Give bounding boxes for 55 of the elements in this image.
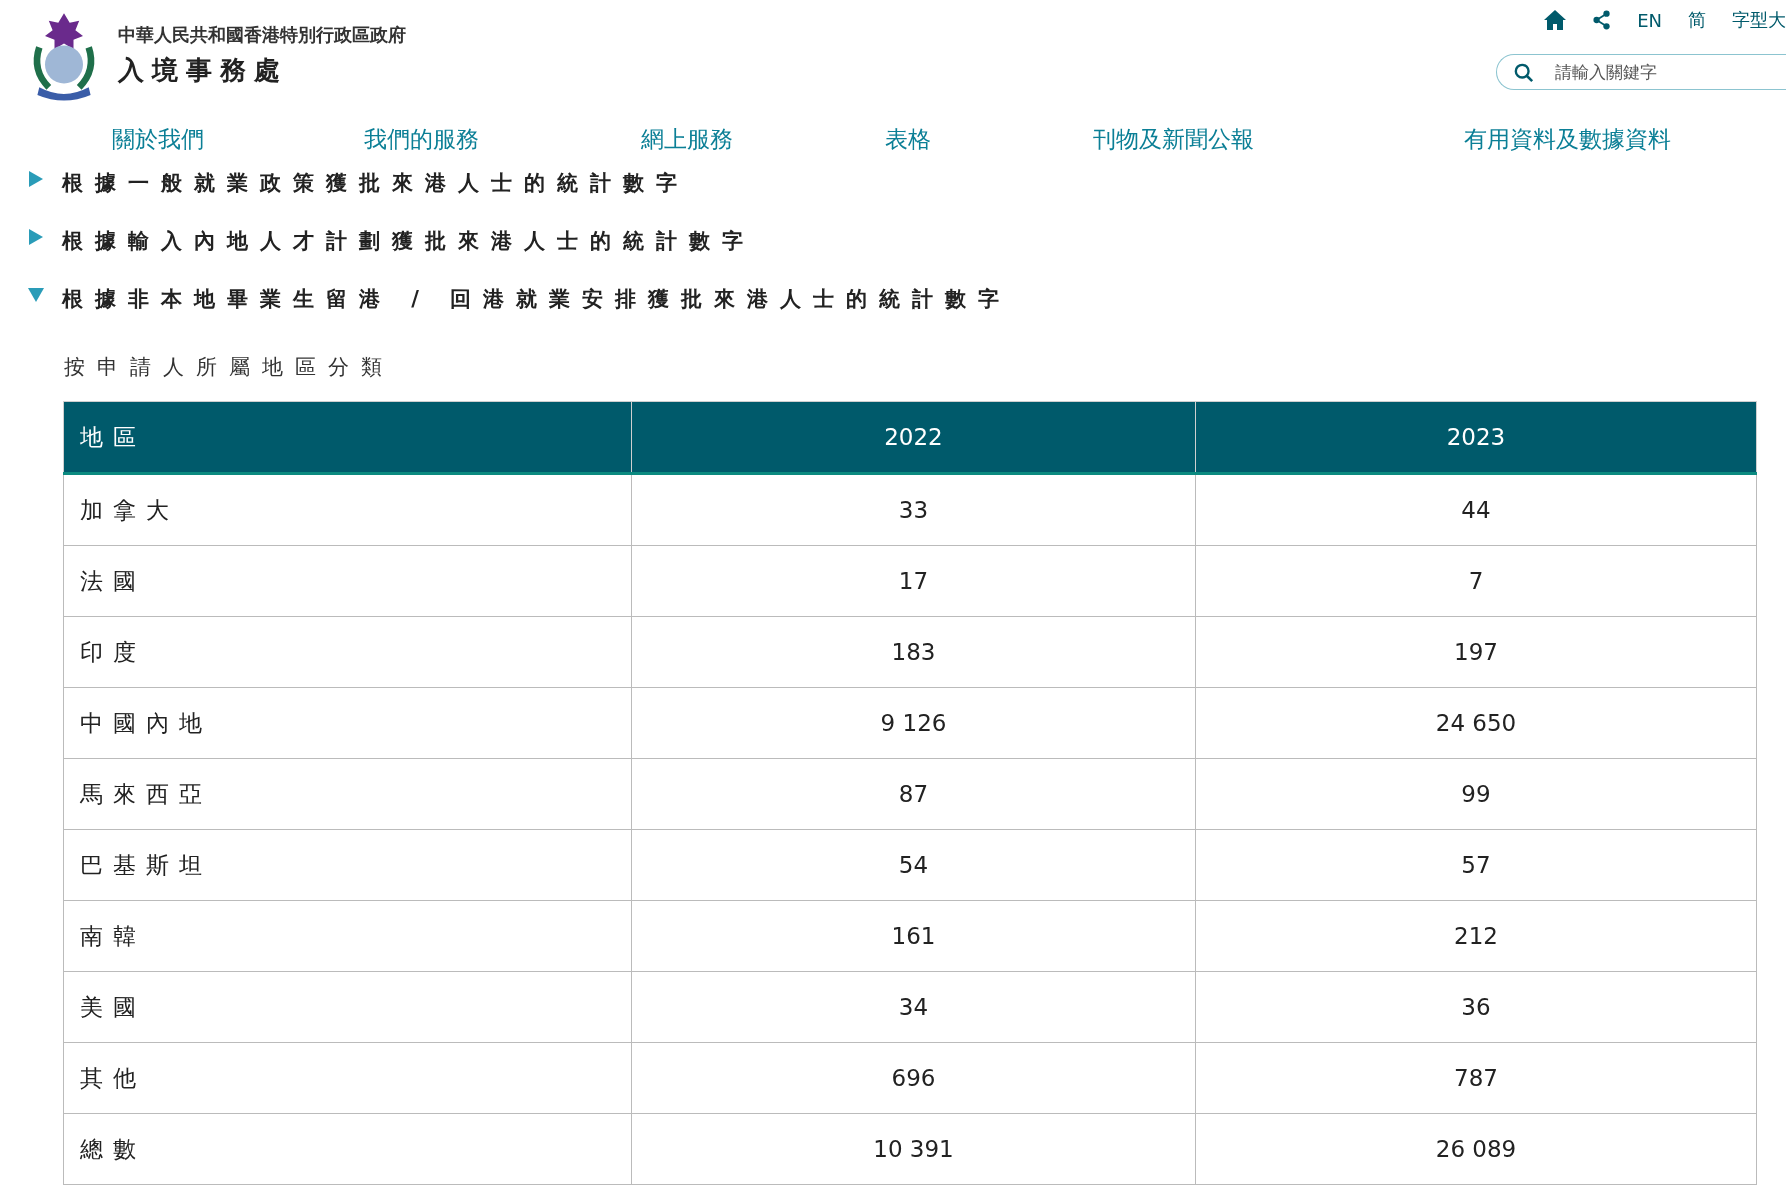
table-cell: 加拿大 [63,473,632,546]
nav-link[interactable]: 關於我們 [112,124,204,155]
table-cell: 其他 [63,1042,632,1114]
table-cell: 36 [1195,971,1757,1043]
table-cell: 馬來西亞 [63,758,632,830]
table-cell: 南韓 [63,900,632,972]
government-name: 中華人民共和國香港特別行政區政府 [118,22,406,47]
column-header: 2023 [1195,401,1757,474]
table-cell: 9 126 [631,687,1196,759]
table-cell: 法國 [63,545,632,617]
nav-link[interactable]: 表格 [885,124,931,155]
table-cell: 17 [631,545,1196,617]
table-caption: 按申請人所屬地區分類 [63,354,395,381]
column-header: 2022 [631,401,1196,474]
search-icon [1514,63,1534,83]
triangle-icon[interactable] [28,229,44,245]
table-cell: 197 [1195,616,1757,688]
triangle-icon[interactable] [28,171,44,187]
table-cell: 161 [631,900,1196,972]
table-cell: 99 [1195,758,1757,830]
table-cell: 44 [1195,473,1757,546]
table-cell: 696 [631,1042,1196,1114]
table-cell: 787 [1195,1042,1757,1114]
table-cell: 10 391 [631,1113,1196,1185]
table-cell: 美國 [63,971,632,1043]
share-icon[interactable] [1593,10,1612,30]
table-cell: 印度 [63,616,632,688]
table-cell: 54 [631,829,1196,901]
column-header: 地區 [63,401,632,474]
table-cell: 巴基斯坦 [63,829,632,901]
triangle-icon[interactable] [28,287,44,303]
home-icon[interactable] [1543,9,1568,31]
table-cell: 57 [1195,829,1757,901]
header-link[interactable]: 字型大 [1732,8,1786,32]
section-title[interactable]: 根據非本地畢業生留港 / 回港就業安排獲批來港人士的統計數字 [62,285,1012,313]
header-link[interactable]: EN [1637,9,1662,31]
table-cell: 7 [1195,545,1757,617]
nav-link[interactable]: 有用資料及數據資料 [1464,124,1671,155]
table-cell: 34 [631,971,1196,1043]
table-cell: 33 [631,473,1196,546]
nav-link[interactable]: 刊物及新聞公報 [1093,124,1254,155]
table-cell: 87 [631,758,1196,830]
table-cell: 中國內地 [63,687,632,759]
table-cell: 26 089 [1195,1113,1757,1185]
header-link[interactable]: 简 [1688,8,1706,32]
section-title[interactable]: 根據輸入內地人才計劃獲批來港人士的統計數字 [62,227,755,255]
nav-link[interactable]: 網上服務 [641,124,733,155]
table-cell: 212 [1195,900,1757,972]
search-field[interactable]: 請輸入關鍵字 [1496,54,1786,90]
table-cell: 總數 [63,1113,632,1185]
department-name: 入境事務處 [118,53,289,87]
nav-link[interactable]: 我們的服務 [364,124,479,155]
section-title[interactable]: 根據一般就業政策獲批來港人士的統計數字 [62,169,689,197]
table-cell: 183 [631,616,1196,688]
table-cell: 24 650 [1195,687,1757,759]
